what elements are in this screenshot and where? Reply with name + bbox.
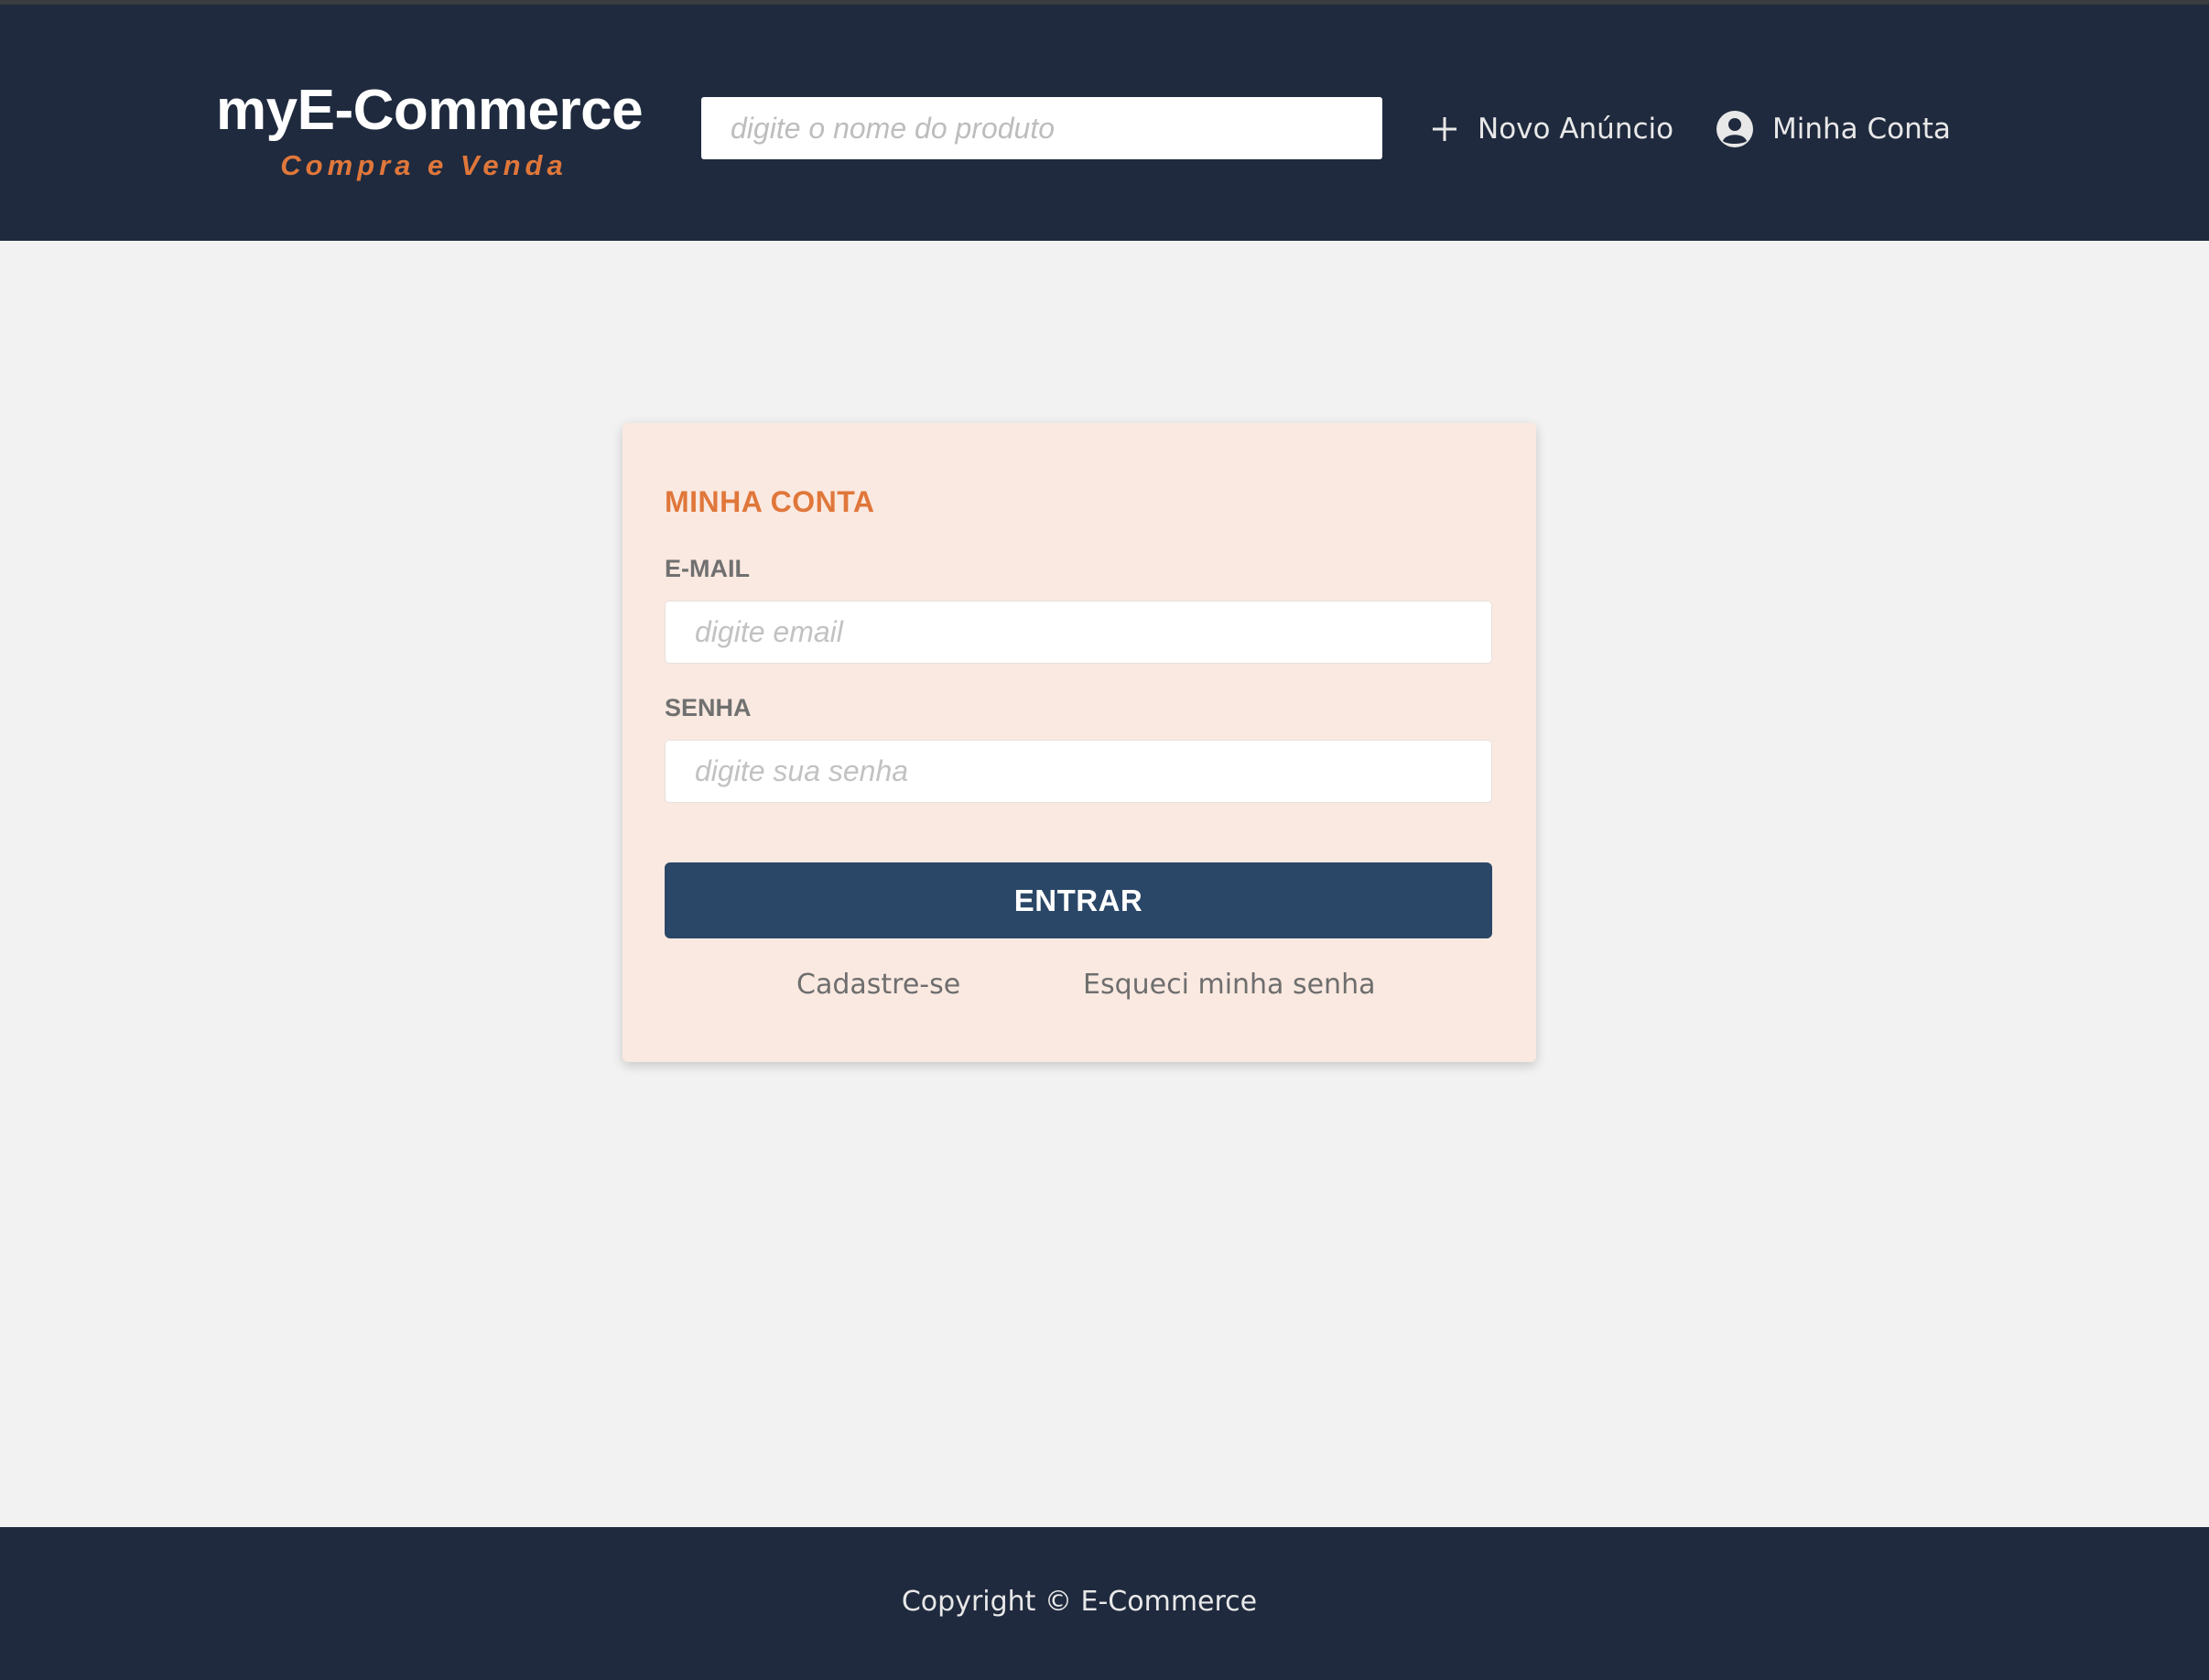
login-card: MINHA CONTA E-MAIL SENHA ENTRAR Cadastre…: [623, 423, 1536, 1062]
product-search-input[interactable]: [701, 97, 1382, 159]
password-label: SENHA: [665, 694, 752, 721]
email-field[interactable]: [665, 601, 1492, 664]
my-account-link[interactable]: Minha Conta: [1716, 102, 1951, 157]
site-header: myE-Commerce Compra e Venda Novo Anúncio…: [0, 5, 2209, 241]
new-listing-link[interactable]: Novo Anúncio: [1430, 102, 1673, 157]
login-button[interactable]: ENTRAR: [665, 862, 1492, 938]
site-footer: Copyright © E-Commerce: [0, 1527, 2209, 1680]
brand-title: myE-Commerce: [216, 79, 644, 142]
forgot-password-link[interactable]: Esqueci minha senha: [1083, 969, 1375, 1001]
copyright-text: Copyright © E-Commerce: [901, 1586, 1258, 1618]
new-listing-label: Novo Anúncio: [1478, 113, 1674, 146]
plus-icon: [1430, 114, 1459, 144]
password-field[interactable]: [665, 740, 1492, 803]
my-account-label: Minha Conta: [1772, 113, 1951, 146]
user-circle-icon: [1716, 110, 1754, 148]
email-label: E-MAIL: [665, 555, 750, 582]
signup-link[interactable]: Cadastre-se: [796, 969, 960, 1001]
brand-subtitle: Compra e Venda: [280, 149, 568, 181]
brand-logo[interactable]: myE-Commerce Compra e Venda: [216, 72, 644, 182]
login-title: MINHA CONTA: [665, 485, 875, 518]
